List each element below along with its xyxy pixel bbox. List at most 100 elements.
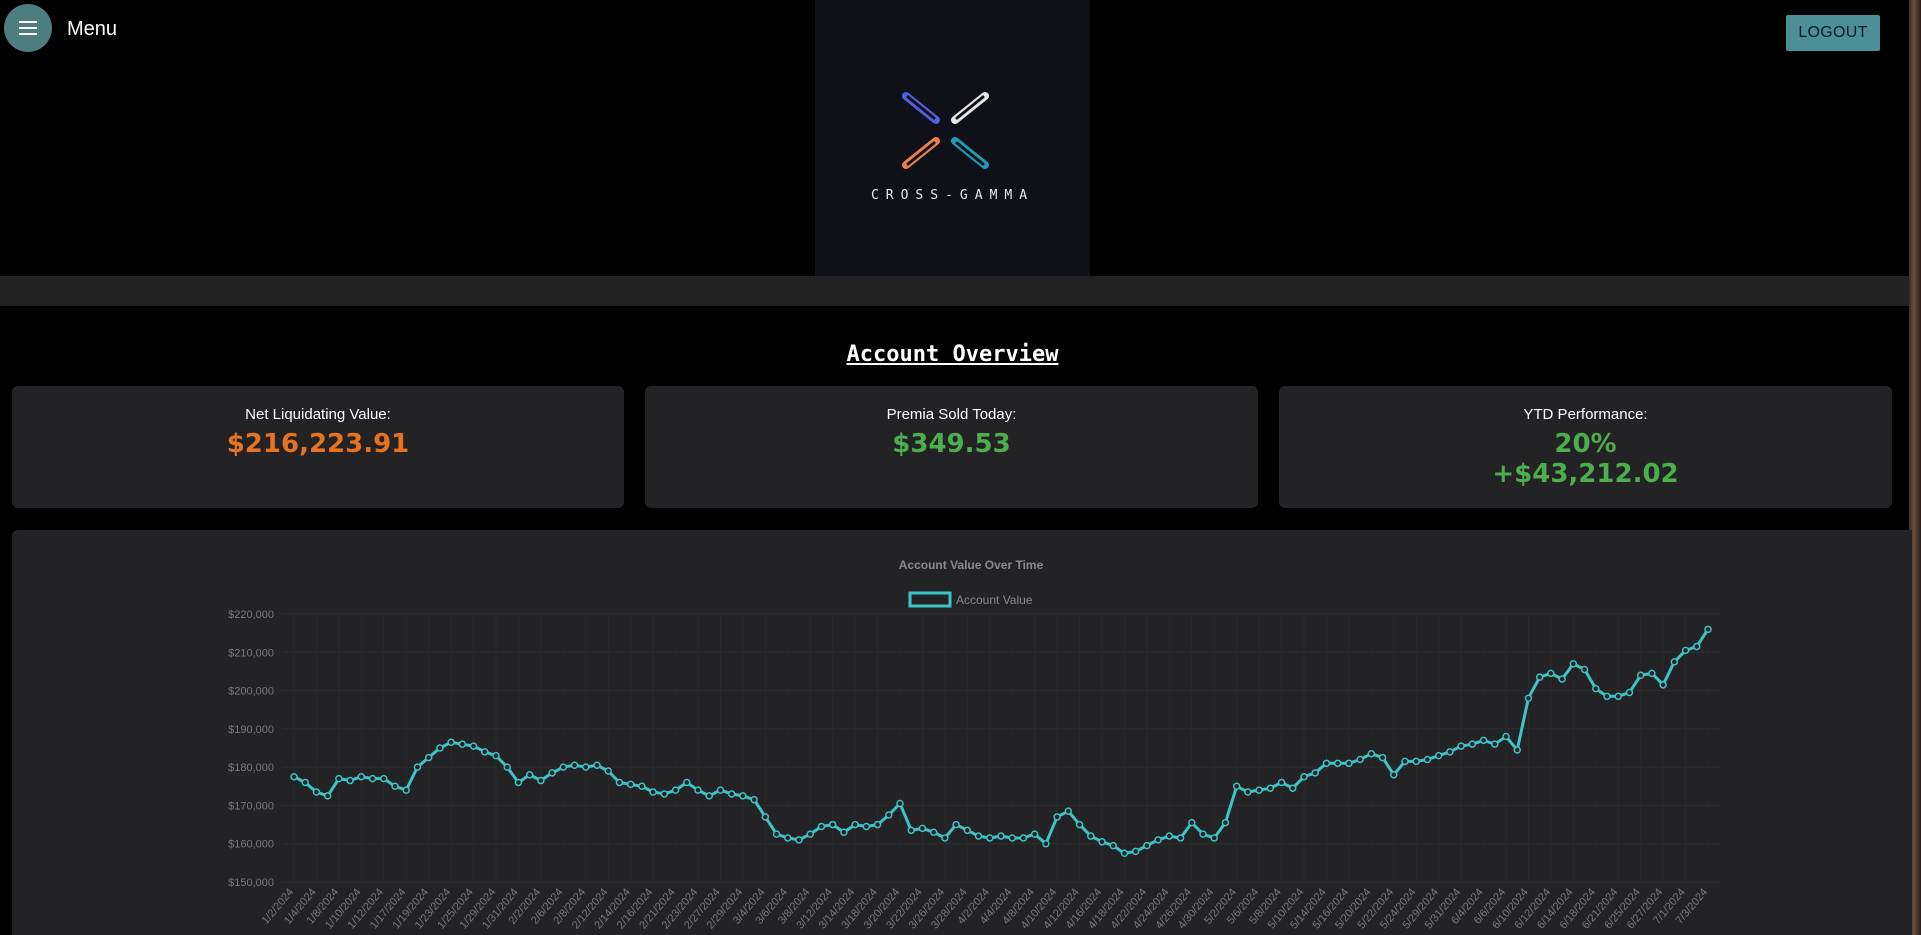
data-point[interactable] — [1165, 832, 1174, 840]
data-point[interactable] — [1457, 742, 1465, 750]
data-point[interactable] — [683, 778, 691, 787]
data-point[interactable] — [503, 763, 511, 771]
data-point[interactable] — [1109, 841, 1117, 850]
data-point[interactable] — [1098, 838, 1106, 846]
data-point[interactable] — [1188, 818, 1196, 827]
data-point[interactable] — [481, 748, 489, 756]
data-point[interactable] — [1681, 646, 1690, 655]
data-point[interactable] — [1042, 839, 1050, 848]
data-point[interactable] — [660, 790, 669, 798]
data-point[interactable] — [1625, 688, 1634, 697]
data-point[interactable] — [559, 763, 568, 771]
data-point[interactable] — [469, 742, 478, 750]
logout-button[interactable]: LOGOUT — [1786, 15, 1880, 51]
data-point[interactable] — [1255, 786, 1263, 794]
data-point[interactable] — [1053, 813, 1061, 821]
data-point[interactable] — [1289, 784, 1297, 792]
data-point[interactable] — [1120, 849, 1129, 858]
data-point[interactable] — [986, 834, 994, 842]
data-point[interactable] — [436, 744, 444, 752]
data-point[interactable] — [626, 780, 635, 789]
legend-swatch[interactable] — [908, 591, 952, 608]
data-point[interactable] — [1300, 772, 1308, 781]
data-point[interactable] — [817, 822, 826, 831]
data-point[interactable] — [716, 786, 725, 794]
data-point[interactable] — [918, 824, 927, 833]
data-point[interactable] — [1064, 807, 1073, 815]
data-point[interactable] — [1277, 778, 1286, 787]
data-point[interactable] — [1266, 784, 1275, 792]
data-point[interactable] — [840, 828, 848, 836]
data-point[interactable] — [380, 774, 388, 783]
data-point[interactable] — [1199, 830, 1207, 838]
data-point[interactable] — [458, 740, 467, 748]
data-point[interactable] — [1659, 681, 1667, 689]
data-point[interactable] — [1502, 732, 1510, 741]
data-point[interactable] — [323, 792, 332, 800]
data-point[interactable] — [1693, 642, 1701, 651]
data-point[interactable] — [402, 786, 410, 794]
data-point[interactable] — [525, 771, 534, 779]
data-point[interactable] — [1547, 669, 1555, 678]
data-point[interactable] — [391, 782, 399, 791]
data-point[interactable] — [974, 832, 983, 840]
data-point[interactable] — [1704, 625, 1712, 634]
data-point[interactable] — [784, 834, 792, 842]
data-point[interactable] — [1390, 771, 1398, 779]
data-point[interactable] — [368, 774, 377, 783]
data-point[interactable] — [290, 772, 298, 781]
legend-label[interactable]: Account Value — [956, 593, 1033, 607]
data-point[interactable] — [335, 774, 343, 783]
data-point[interactable] — [582, 763, 590, 771]
data-point[interactable] — [941, 834, 949, 842]
data-point[interactable] — [1535, 673, 1544, 681]
data-point[interactable] — [424, 753, 433, 762]
data-point[interactable] — [312, 788, 321, 796]
data-point[interactable] — [1603, 692, 1611, 701]
data-point[interactable] — [604, 767, 612, 775]
data-point[interactable] — [1378, 753, 1387, 762]
data-point[interactable] — [806, 830, 814, 838]
data-point[interactable] — [537, 776, 545, 785]
data-point[interactable] — [1030, 830, 1039, 838]
data-point[interactable] — [772, 830, 781, 838]
data-point[interactable] — [851, 820, 859, 829]
menu-button[interactable] — [4, 4, 52, 52]
data-point[interactable] — [907, 826, 915, 835]
data-point[interactable] — [1131, 847, 1140, 856]
data-point[interactable] — [615, 778, 624, 787]
data-point[interactable] — [1087, 832, 1095, 840]
data-point[interactable] — [795, 836, 803, 844]
data-point[interactable] — [1479, 736, 1488, 745]
data-point[interactable] — [1333, 759, 1342, 768]
data-point[interactable] — [1468, 740, 1477, 748]
data-point[interactable] — [705, 792, 713, 800]
menu-label[interactable]: Menu — [67, 18, 117, 41]
data-point[interactable] — [929, 828, 938, 836]
data-point[interactable] — [1008, 834, 1016, 842]
data-point[interactable] — [1345, 759, 1353, 768]
data-point[interactable] — [593, 761, 601, 769]
data-point[interactable] — [694, 786, 702, 794]
data-point[interactable] — [671, 786, 680, 794]
data-point[interactable] — [1412, 757, 1420, 766]
data-point[interactable] — [1154, 836, 1162, 844]
data-point[interactable] — [1524, 694, 1533, 702]
data-point[interactable] — [1636, 671, 1645, 680]
data-point[interactable] — [1356, 755, 1364, 764]
data-point[interactable] — [739, 792, 747, 800]
data-point[interactable] — [873, 820, 882, 829]
data-point[interactable] — [1614, 692, 1622, 701]
data-point[interactable] — [638, 782, 646, 791]
data-point[interactable] — [963, 826, 972, 835]
data-point[interactable] — [1401, 757, 1409, 766]
data-point[interactable] — [1580, 665, 1589, 674]
data-point[interactable] — [1244, 788, 1252, 796]
data-point[interactable] — [492, 751, 500, 760]
data-point[interactable] — [1210, 834, 1218, 842]
data-point[interactable] — [997, 832, 1005, 840]
data-point[interactable] — [1075, 820, 1084, 829]
data-point[interactable] — [1648, 669, 1656, 678]
data-point[interactable] — [761, 813, 770, 821]
data-point[interactable] — [570, 761, 579, 769]
